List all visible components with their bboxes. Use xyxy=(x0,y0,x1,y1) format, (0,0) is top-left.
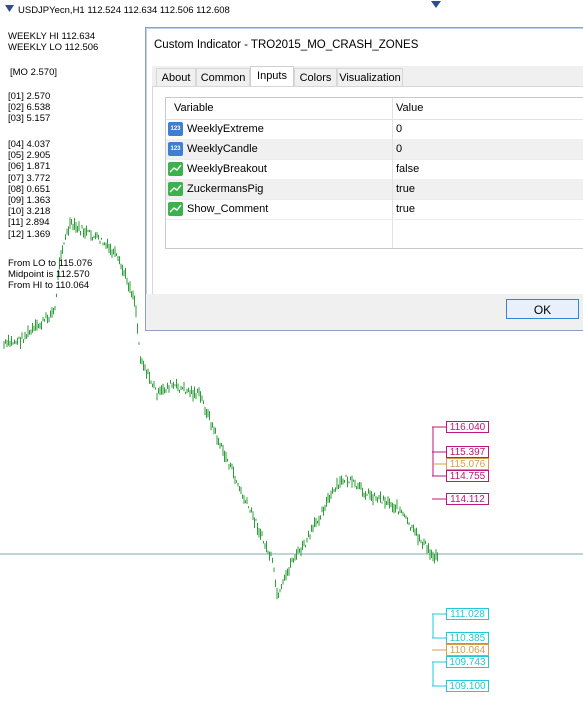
range-item: [04] 4.037 xyxy=(8,139,51,150)
tab-colors[interactable]: Colors xyxy=(294,68,337,86)
column-variable: Variable xyxy=(174,102,214,114)
tab-about[interactable]: About xyxy=(156,68,196,86)
from-lo: From LO to 115.076 xyxy=(8,258,93,269)
number-icon: 123 xyxy=(168,142,183,156)
range-item: [08] 0.651 xyxy=(8,183,51,195)
range-item: [01] 2.570 xyxy=(8,91,51,102)
input-row-weeklyextreme[interactable]: 123 WeeklyExtreme 0 xyxy=(166,119,583,140)
chart-header: USDJPYecn,H1 112.524 112.634 112.506 112… xyxy=(0,0,583,20)
range-item: [02] 6.538 xyxy=(8,102,51,114)
column-divider xyxy=(392,159,393,179)
upper-price-tag: 114.112 xyxy=(446,493,489,505)
input-value[interactable]: true xyxy=(396,203,415,215)
input-row-show_comment[interactable]: Show_Comment true xyxy=(166,199,583,220)
input-variable: WeeklyBreakout xyxy=(187,163,267,175)
midpoint: Midpoint is 112.570 xyxy=(8,269,90,281)
boolean-icon xyxy=(168,182,183,196)
table-header: Variable Value xyxy=(166,98,583,120)
weekly-low: WEEKLY LO 112.506 xyxy=(8,42,99,54)
lower-price-tag: 109.100 xyxy=(446,680,489,692)
boolean-icon xyxy=(168,202,183,216)
lower-price-tag: 111.028 xyxy=(446,608,489,620)
column-divider xyxy=(392,199,393,219)
input-value[interactable]: 0 xyxy=(396,143,402,155)
range-item: [11] 2.894 xyxy=(8,217,50,229)
weekly-high: WEEKLY HI 112.634 xyxy=(8,31,96,42)
inputs-table: Variable Value 123 WeeklyExtreme 0 123 Weekl… xyxy=(165,97,583,249)
range-item: [03] 5.157 xyxy=(8,113,51,125)
ok-button[interactable]: OK xyxy=(506,299,579,319)
input-value[interactable]: false xyxy=(396,163,419,175)
column-divider xyxy=(392,119,393,139)
range-item: [09] 1.363 xyxy=(8,194,51,206)
weekly-stats: WEEKLY HI 112.634 WEEKLY LO 112.506 xyxy=(8,31,98,53)
upper-price-tag: 115.397 xyxy=(446,446,489,458)
range-item: [06] 1.871 xyxy=(8,161,51,173)
tab-visualization[interactable]: Visualization xyxy=(337,68,403,86)
range-item: [07] 3.772 xyxy=(8,172,51,184)
input-variable: Show_Comment xyxy=(187,203,269,215)
input-row-zuckermanspig[interactable]: ZuckermansPig true xyxy=(166,179,583,200)
range-item: [10] 3.218 xyxy=(8,206,51,218)
dialog-title: Custom Indicator - TRO2015_MO_CRASH_ZONE… xyxy=(154,39,419,51)
range-item: [12] 1.369 xyxy=(8,228,51,240)
column-divider xyxy=(392,139,393,159)
column-value: Value xyxy=(396,102,424,114)
range-group-1: [01] 2.570 [02] 6.538 [03] 5.157 xyxy=(8,91,50,125)
upper-price-tag: 116.040 xyxy=(446,421,489,433)
input-variable: ZuckermansPig xyxy=(187,183,264,195)
dialog-body: About Common Inputs Colors Visualization… xyxy=(152,66,583,295)
upper-price-tag: 114.755 xyxy=(446,470,489,482)
number-icon: 123 xyxy=(168,122,183,136)
symbol-quote: USDJPYecn,H1 112.524 112.634 112.506 112… xyxy=(18,5,230,16)
lower-price-tag: 109.743 xyxy=(446,656,489,668)
upper-price-tag: 115.076 xyxy=(446,458,489,470)
mo-value: [MO 2.570] xyxy=(10,67,57,78)
input-row-weeklycandle[interactable]: 123 WeeklyCandle 0 xyxy=(166,139,583,160)
custom-indicator-dialog: Custom Indicator - TRO2015_MO_CRASH_ZONE… xyxy=(145,27,583,331)
tab-inputs[interactable]: Inputs xyxy=(250,66,294,87)
tab-common[interactable]: Common xyxy=(196,68,250,86)
range-item: [05] 2.905 xyxy=(8,150,51,162)
lower-price-tag: 110.385 xyxy=(446,632,489,644)
inputs-panel: Variable Value 123 WeeklyExtreme 0 123 Weekl… xyxy=(152,86,583,295)
boolean-icon xyxy=(168,162,183,176)
input-value[interactable]: 0 xyxy=(396,123,402,135)
lower-price-tag: 110.064 xyxy=(446,644,489,656)
input-value[interactable]: true xyxy=(396,183,415,195)
range-group-2: [04] 4.037 [05] 2.905 [06] 1.871 [07] 3.… xyxy=(8,139,50,240)
dropdown-triangle-icon[interactable] xyxy=(5,5,14,14)
input-variable: WeeklyExtreme xyxy=(187,123,264,135)
summary-block: From LO to 115.076 Midpoint is 112.570 F… xyxy=(8,258,92,292)
input-variable: WeeklyCandle xyxy=(187,143,258,155)
from-hi: From HI to 110.064 xyxy=(8,280,90,292)
input-row-weeklybreakout[interactable]: WeeklyBreakout false xyxy=(166,159,583,180)
column-divider xyxy=(392,179,393,199)
chevron-down-icon[interactable] xyxy=(431,1,441,9)
